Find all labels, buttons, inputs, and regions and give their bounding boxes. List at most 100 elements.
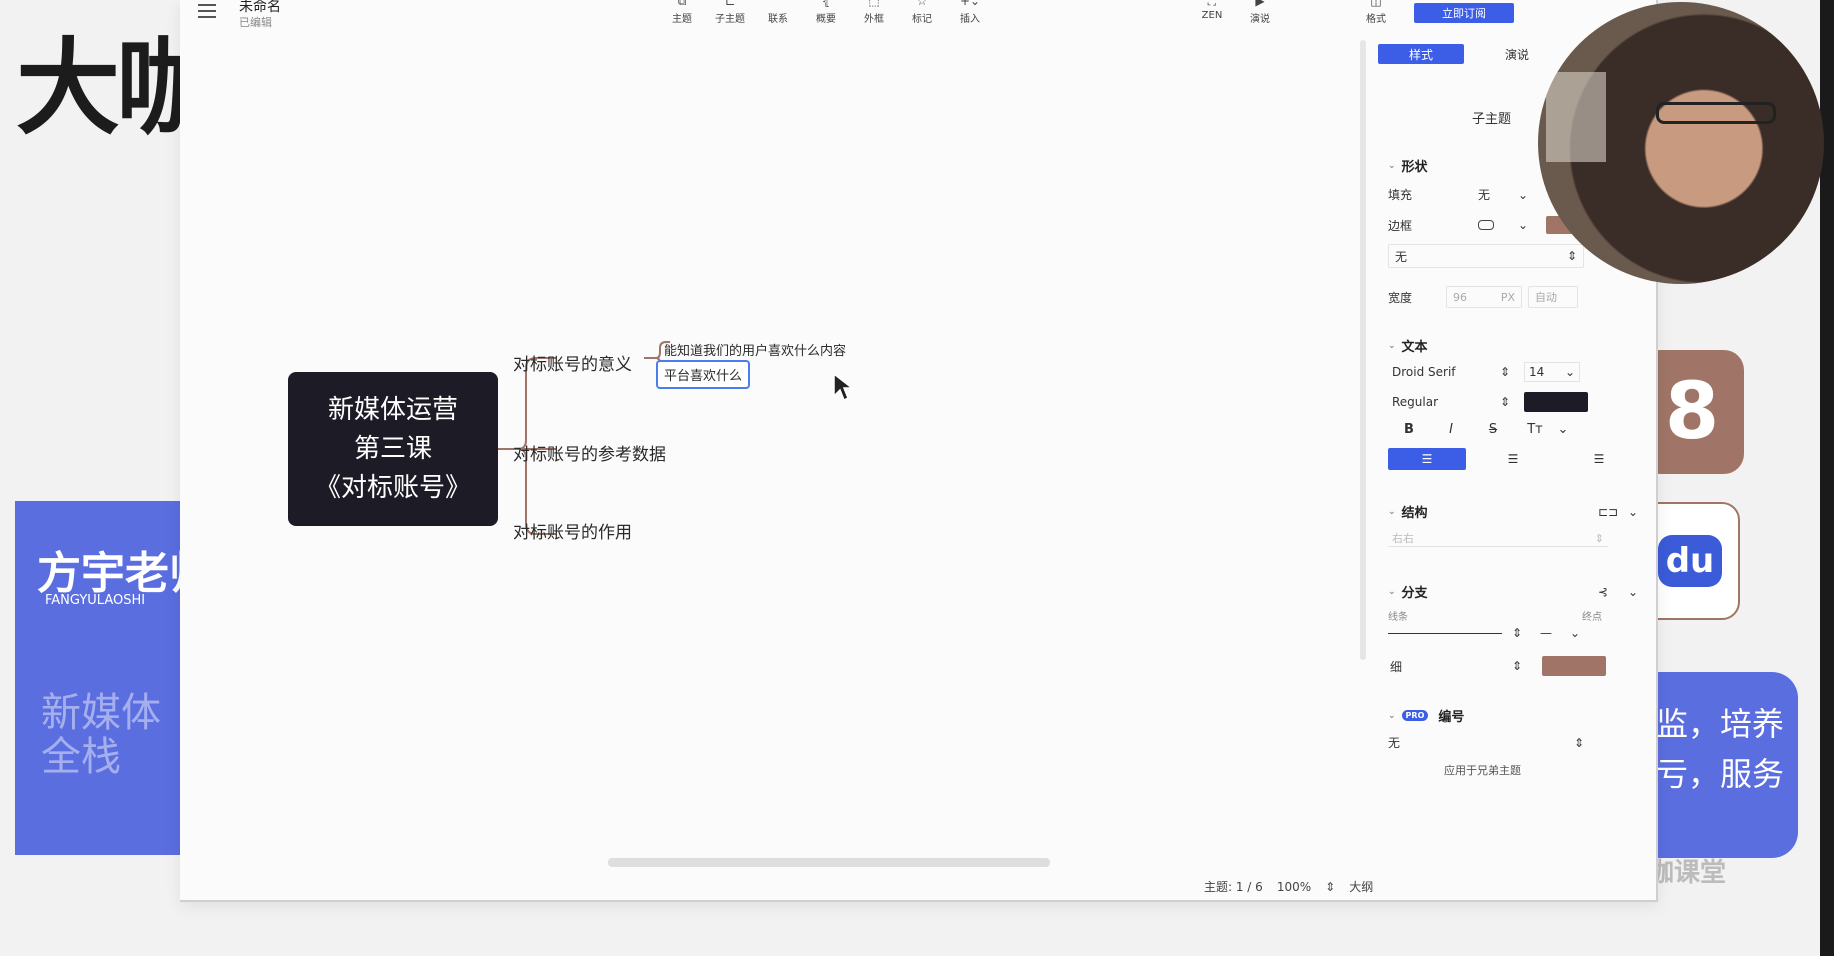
text-section-header[interactable]: ⌄ 文本: [1388, 336, 1640, 355]
main-button-5[interactable]: ☆ 标记: [898, 0, 946, 32]
right-button-0[interactable]: ⛶ ZEN: [1188, 0, 1236, 32]
topic-node-function[interactable]: 对标账号的作用: [513, 518, 632, 543]
text-case-button[interactable]: Tт: [1514, 422, 1556, 437]
font-family-select[interactable]: Droid Serif ⇕: [1388, 365, 1510, 379]
main-toolbar: ⧉ 主题 ⊏ 子主题 ⌒ 联系 ⦃ 概要 ⬚ 外框 ☆ 标记 +⌄ 插入: [658, 0, 994, 32]
subtopic-node-platform-preference[interactable]: 平台喜欢什么: [656, 360, 751, 389]
format-toolbar: ◫ 格式: [1352, 0, 1400, 32]
outline-button[interactable]: 大纲: [1349, 878, 1373, 895]
align-center-button[interactable]: ☰: [1474, 448, 1552, 470]
main-button-4[interactable]: ⬚ 外框: [850, 0, 898, 32]
structure-type-dropdown[interactable]: ⊏⊐ ⌄: [1598, 505, 1638, 519]
panel-tabs: 样式 演说: [1378, 44, 1560, 64]
stepper-icon: ⇕: [1499, 395, 1510, 409]
border-style-select[interactable]: 无 ⇕: [1388, 244, 1584, 268]
fill-label: 填充: [1388, 188, 1413, 202]
bold-button[interactable]: B: [1388, 422, 1430, 437]
main-button-0[interactable]: ⧉ 主题: [658, 0, 706, 32]
mouse-cursor-icon: [833, 372, 855, 402]
root-topic-line-1: 新媒体运营: [327, 394, 458, 425]
format-button-label: 格式: [1366, 14, 1386, 25]
main-button-3[interactable]: ⦃ 概要: [802, 0, 850, 32]
app-logo-glyph: 8: [1664, 367, 1720, 457]
line-thickness-select[interactable]: 细 ⇕: [1388, 658, 1522, 675]
root-topic-line-2: 第三课: [353, 433, 432, 464]
align-right-icon: ☰: [1593, 452, 1605, 466]
numbering-section-header[interactable]: ⌄ PRO 编号: [1388, 706, 1464, 725]
mindmap-canvas[interactable]: 新媒体运营 第三课 《对标账号》 对标账号的意义 对标账号的参考数据 对标账号的…: [180, 40, 1380, 880]
main-button-label: 主题: [672, 14, 692, 25]
apply-to-siblings[interactable]: 应用于兄弟主题: [1444, 762, 1521, 778]
chevron-down-icon: ⌄: [1627, 504, 1638, 519]
branch-header-row: ⌄ 分支 ⊰ ⌄: [1388, 582, 1638, 602]
background-teacher-card: 方宇老师 FANGYULAOSHI 新媒体全栈: [15, 501, 213, 855]
width-unit: PX: [1500, 290, 1515, 304]
chevron-down-icon: ⌄: [1517, 218, 1528, 232]
branch-type-dropdown[interactable]: ⊰ ⌄: [1598, 585, 1638, 599]
text-color-swatch[interactable]: [1524, 392, 1588, 412]
subtopic-icon: ⊏: [724, 0, 736, 8]
format-button[interactable]: ◫ 格式: [1352, 0, 1400, 32]
zoom-level[interactable]: 100%: [1277, 880, 1311, 894]
line-end-dropdown[interactable]: — ⌄: [1540, 626, 1580, 640]
view-toolbar: ⛶ ZEN ▶ 演说: [1188, 0, 1284, 32]
width-auto-button[interactable]: 自动: [1528, 286, 1578, 308]
main-button-1[interactable]: ⊏ 子主题: [706, 0, 754, 32]
relationship-icon: ⌒: [771, 0, 784, 8]
style-preview[interactable]: 子主题: [1472, 108, 1511, 127]
line-style-select[interactable]: ⇕: [1388, 626, 1522, 640]
root-topic-node[interactable]: 新媒体运营 第三课 《对标账号》: [288, 372, 498, 526]
zoom-stepper-icon[interactable]: ⇕: [1325, 880, 1335, 894]
fill-value: 无: [1478, 188, 1491, 202]
subtopic-node-user-preference[interactable]: 能知道我们的用户喜欢什么内容: [664, 340, 846, 359]
text-section: ⌄ 文本: [1378, 336, 1640, 355]
topic-node-reference-data[interactable]: 对标账号的参考数据: [513, 440, 666, 465]
italic-button[interactable]: I: [1430, 422, 1472, 437]
presenter-glasses: [1656, 102, 1776, 124]
main-button-label: 外框: [864, 14, 884, 25]
width-input[interactable]: 96 PX: [1446, 286, 1522, 308]
main-button-6[interactable]: +⌄ 插入: [946, 0, 994, 32]
structure-section-header[interactable]: ⌄ 结构: [1388, 502, 1428, 521]
chevron-down-icon: ⌄: [1569, 626, 1580, 640]
branch-section-header[interactable]: ⌄ 分支: [1388, 582, 1428, 601]
font-row: Droid Serif ⇕ 14 ⌄: [1388, 362, 1638, 382]
text-section-title: 文本: [1401, 340, 1428, 355]
promo-line-2: 亏，服务: [1656, 754, 1785, 793]
align-center-icon: ☰: [1507, 452, 1519, 466]
teacher-subtitle: FANGYULAOSHI: [45, 593, 146, 608]
width-auto-label: 自动: [1535, 291, 1557, 304]
align-right-button[interactable]: ☰: [1560, 448, 1638, 470]
topic-icon: ⧉: [677, 0, 687, 8]
panel-divider-scrollbar[interactable]: [1360, 40, 1366, 660]
tab-style[interactable]: 样式: [1378, 44, 1464, 64]
border-shape-dropdown[interactable]: ⌄: [1478, 218, 1528, 232]
font-size-select[interactable]: 14 ⌄: [1524, 362, 1580, 382]
chevron-down-icon: ⌄: [1388, 160, 1396, 171]
topic-node-meaning[interactable]: 对标账号的意义: [513, 350, 632, 375]
fill-dropdown[interactable]: 无 ⌄: [1478, 186, 1528, 203]
numbering-select[interactable]: 无 ⇕: [1388, 734, 1584, 751]
right-button-1[interactable]: ▶ 演说: [1236, 0, 1284, 32]
branch-style-icon: ⊰: [1598, 584, 1609, 599]
strikethrough-button[interactable]: S: [1472, 422, 1514, 437]
font-weight-select[interactable]: Regular ⇕: [1388, 395, 1510, 409]
stepper-icon: ⇕: [1566, 249, 1577, 263]
structure-select[interactable]: 右右 ⇕: [1388, 530, 1608, 547]
line-end-icon: —: [1540, 626, 1552, 640]
tab-pitch[interactable]: 演说: [1474, 44, 1560, 64]
horizontal-scrollbar[interactable]: [608, 858, 1050, 867]
chevron-down-icon: ⌄: [1627, 584, 1638, 599]
boundary-icon: ⬚: [868, 0, 880, 8]
font-size-value: 14: [1529, 365, 1545, 379]
main-button-label: 子主题: [715, 14, 745, 25]
branch-color-swatch[interactable]: [1542, 656, 1606, 676]
pitch-icon: ▶: [1255, 0, 1265, 8]
branch-thickness-row: 细 ⇕: [1388, 656, 1638, 676]
main-button-2[interactable]: ⌒ 联系: [754, 0, 802, 32]
topic-count: 主题: 1 / 6: [1204, 880, 1263, 894]
align-left-button[interactable]: ☰: [1388, 448, 1466, 470]
menu-icon[interactable]: [198, 4, 216, 18]
chevron-down-icon[interactable]: ⌄: [1556, 422, 1570, 437]
subscribe-button[interactable]: 立即订阅: [1414, 3, 1514, 23]
